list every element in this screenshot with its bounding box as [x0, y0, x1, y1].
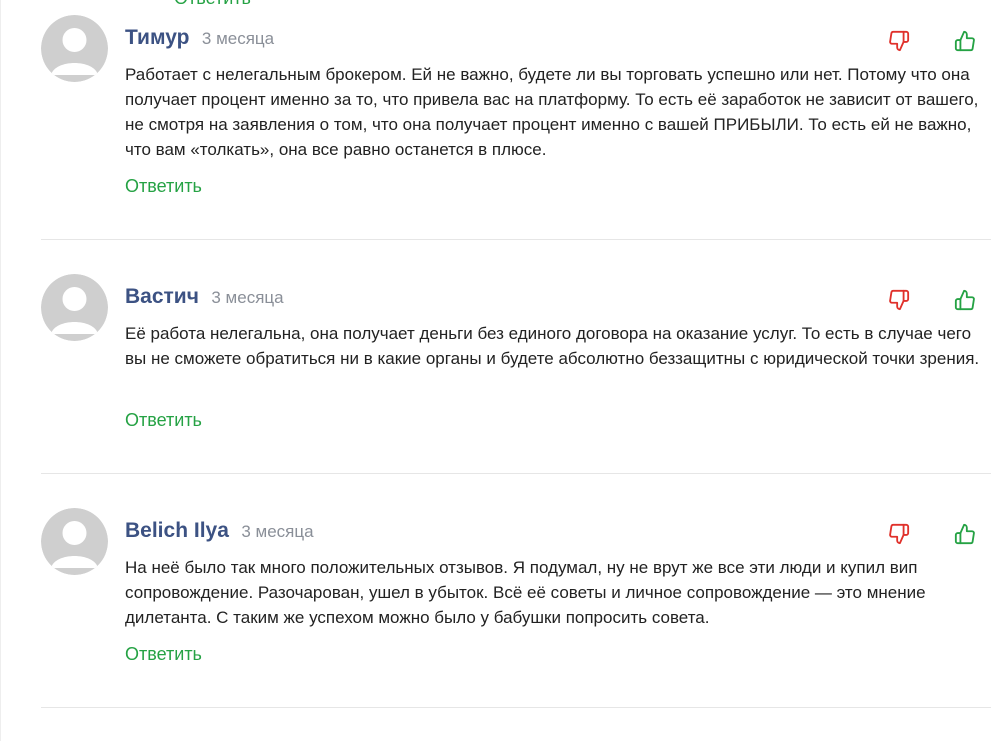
comment-divider	[41, 707, 991, 708]
comment-text: Работает с нелегальным брокером. Ей не в…	[125, 65, 979, 159]
comment-header: Тимур 3 месяца	[125, 26, 274, 54]
comments-page: Ответить Тимур 3 месяца Работает	[0, 0, 999, 741]
left-border	[0, 0, 1, 741]
thumbs-down-icon[interactable]	[888, 30, 910, 52]
comment-time: 3 месяца	[201, 29, 275, 48]
comment-time: 3 месяца	[241, 522, 314, 541]
comment-header: Belich Ilya 3 месяца	[125, 519, 314, 547]
reply-button[interactable]: Ответить	[125, 644, 202, 665]
comment-header: Вастич 3 месяца	[125, 285, 284, 313]
default-avatar-icon[interactable]	[41, 15, 108, 82]
thumbs-down-icon[interactable]	[888, 289, 910, 311]
thumbs-up-icon[interactable]	[954, 523, 976, 545]
comment-divider	[41, 239, 991, 240]
default-avatar-icon[interactable]	[41, 508, 108, 575]
default-avatar-icon[interactable]	[41, 274, 108, 341]
reply-button[interactable]: Ответить	[125, 176, 202, 197]
comment-divider	[41, 473, 991, 474]
comment-text: На неё было так много положительных отзы…	[125, 558, 926, 627]
author-name[interactable]: Вастич	[125, 285, 199, 308]
thumbs-up-icon[interactable]	[954, 30, 976, 52]
reply-button[interactable]: Ответить	[125, 410, 202, 431]
author-name[interactable]: Belich Ilya	[125, 519, 229, 542]
reply-button[interactable]: Ответить	[174, 0, 251, 9]
comment-text: Её работа нелегальна, она получает деньг…	[125, 324, 980, 368]
comment-time: 3 месяца	[211, 288, 284, 307]
author-name[interactable]: Тимур	[125, 26, 189, 49]
thumbs-up-icon[interactable]	[954, 289, 976, 311]
thumbs-down-icon[interactable]	[888, 523, 910, 545]
